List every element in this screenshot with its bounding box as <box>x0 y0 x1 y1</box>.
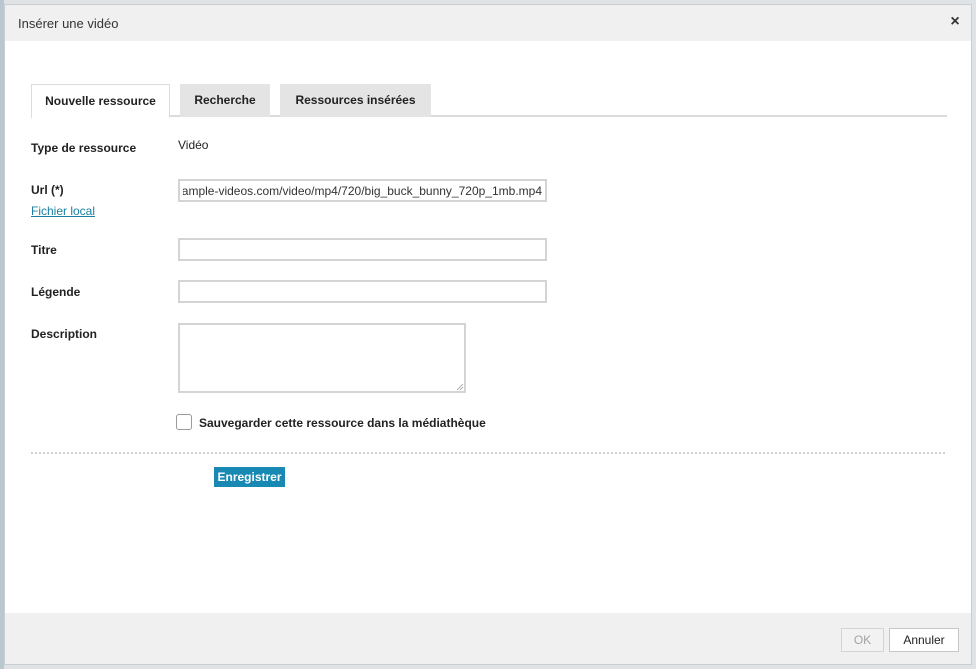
url-input[interactable] <box>178 179 547 202</box>
resource-tabs: Nouvelle ressource Recherche Ressources … <box>31 84 947 119</box>
close-icon[interactable]: × <box>947 14 963 30</box>
section-divider <box>31 452 945 454</box>
type-value: Vidéo <box>178 138 209 152</box>
tab-search[interactable]: Recherche <box>180 84 270 117</box>
tab-new-resource[interactable]: Nouvelle ressource <box>31 84 170 119</box>
local-file-link[interactable]: Fichier local <box>31 204 95 218</box>
caption-label: Légende <box>31 285 81 299</box>
description-label: Description <box>31 327 98 341</box>
dialog-footer: OK Annuler <box>5 613 971 664</box>
title-input[interactable] <box>178 238 547 261</box>
save-to-library-checkbox[interactable] <box>176 414 192 430</box>
insert-video-dialog: Insérer une vidéo × Nouvelle ressource R… <box>4 4 972 665</box>
resize-grip-icon[interactable] <box>454 381 464 391</box>
description-textarea[interactable] <box>178 323 466 393</box>
caption-input[interactable] <box>178 280 547 303</box>
save-to-library-label: Sauvegarder cette ressource dans la médi… <box>199 416 486 430</box>
ok-button[interactable]: OK <box>841 628 884 652</box>
url-label: Url (*) <box>31 183 64 197</box>
save-button[interactable]: Enregistrer <box>214 467 285 487</box>
dialog-titlebar: Insérer une vidéo × <box>5 5 971 41</box>
dialog-title: Insérer une vidéo <box>18 16 119 31</box>
type-label: Type de ressource <box>31 141 137 155</box>
title-label: Titre <box>31 243 57 257</box>
tab-inserted-resources[interactable]: Ressources insérées <box>280 84 431 117</box>
cancel-button[interactable]: Annuler <box>889 628 959 652</box>
